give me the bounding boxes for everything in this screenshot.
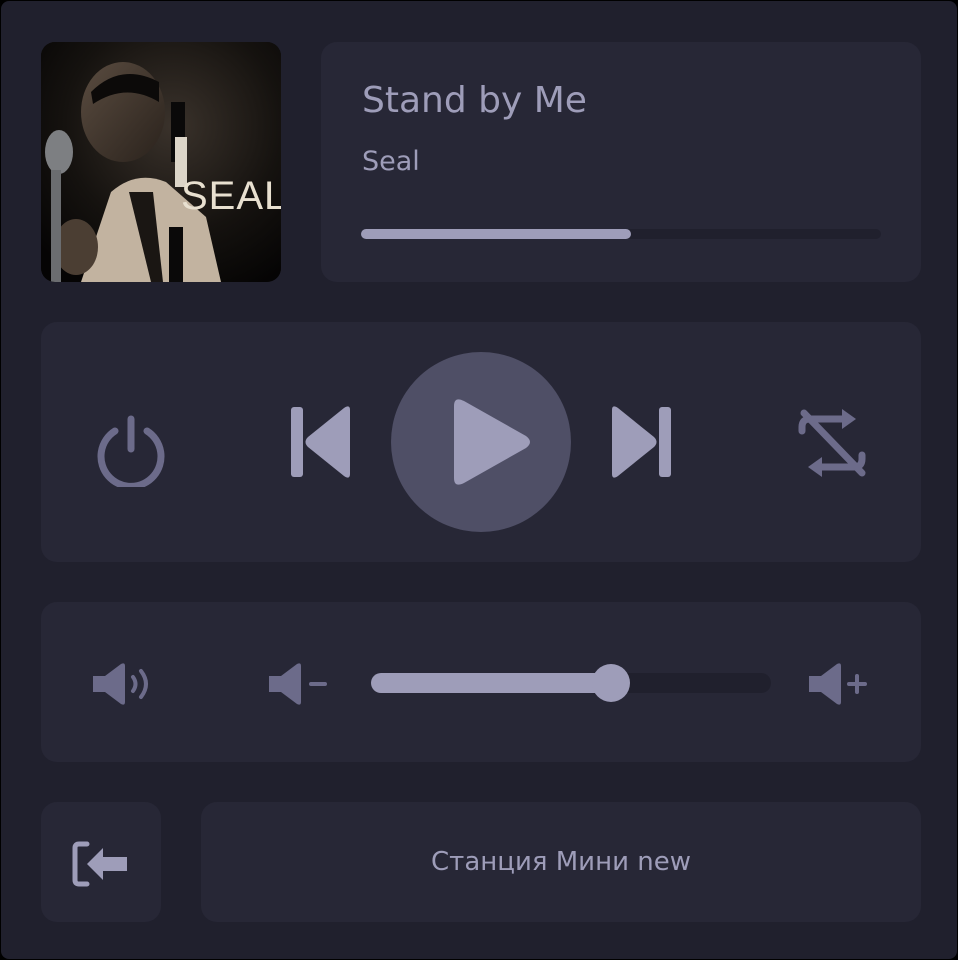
play-button[interactable] xyxy=(391,352,571,532)
volume-down-icon[interactable] xyxy=(267,662,333,706)
track-progress-bar[interactable] xyxy=(361,229,881,239)
sign-out-icon xyxy=(72,841,127,887)
track-artist: Seal xyxy=(362,146,420,177)
track-info-card: Stand by Me Seal xyxy=(321,42,921,282)
track-title: Stand by Me xyxy=(362,80,587,121)
repeat-off-icon[interactable] xyxy=(796,407,868,479)
volume-up-icon[interactable] xyxy=(807,662,873,706)
volume-slider-fill xyxy=(371,673,611,693)
volume-slider[interactable] xyxy=(371,664,771,702)
exit-button[interactable] xyxy=(41,802,161,922)
album-cover-art: SEAL xyxy=(41,42,281,282)
power-icon[interactable] xyxy=(91,407,171,487)
album-cover: SEAL xyxy=(41,42,281,282)
cover-logo-text: SEAL xyxy=(181,174,281,218)
speaker-icon[interactable] xyxy=(91,662,157,706)
play-icon xyxy=(454,399,530,485)
track-progress-fill xyxy=(361,229,632,239)
station-selector[interactable]: Станция Мини new xyxy=(201,802,921,922)
volume-card xyxy=(41,602,921,762)
station-name: Станция Мини new xyxy=(431,847,691,877)
player-window: SEAL Stand by Me Seal Станция Мини new xyxy=(1,1,957,959)
skip-previous-icon[interactable] xyxy=(286,402,356,482)
skip-next-icon[interactable] xyxy=(606,402,676,482)
playback-controls-card xyxy=(41,322,921,562)
volume-slider-handle[interactable] xyxy=(592,664,630,702)
